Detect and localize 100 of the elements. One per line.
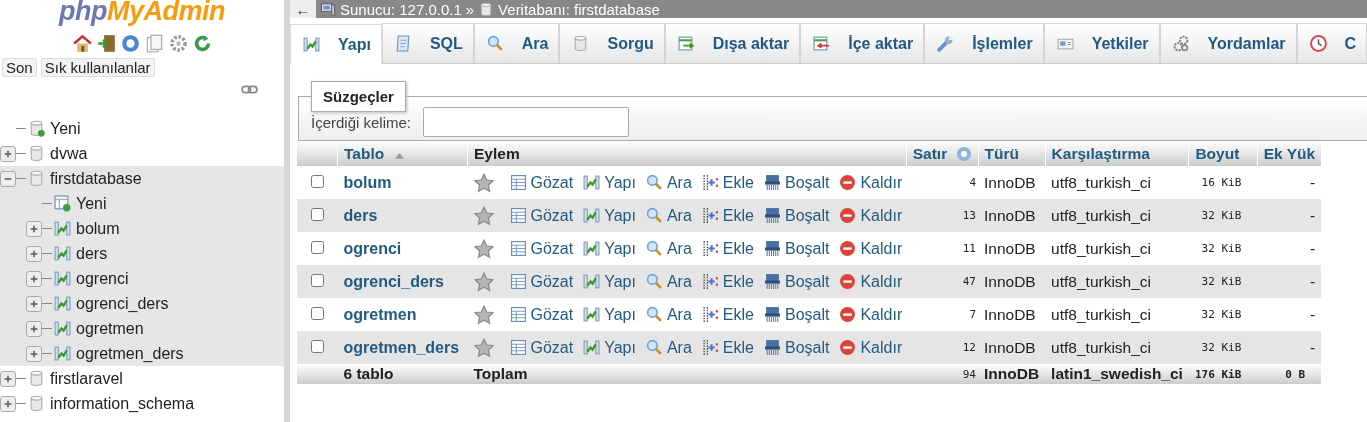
- tree-item[interactable]: dvwa: [50, 144, 88, 163]
- action-link[interactable]: Kaldır: [839, 206, 903, 225]
- tree-item[interactable]: bolum: [76, 219, 120, 238]
- row-checkbox[interactable]: [310, 306, 324, 320]
- tab[interactable]: Sorgu: [559, 23, 665, 63]
- tree-item[interactable]: ders: [76, 244, 108, 263]
- action-link[interactable]: Ara: [645, 305, 692, 324]
- column-header[interactable]: Satır: [906, 141, 978, 166]
- expand-icon[interactable]: [26, 295, 42, 312]
- action-link[interactable]: Ara: [645, 239, 692, 258]
- action-link[interactable]: Gözat: [509, 173, 574, 192]
- tree-item[interactable]: ogretmen: [76, 319, 144, 338]
- action-link[interactable]: Kaldır: [839, 272, 903, 291]
- action-link[interactable]: Boşalt: [763, 206, 830, 225]
- column-header[interactable]: Tablo: [337, 141, 468, 166]
- action-link[interactable]: Gözat: [509, 272, 574, 291]
- action-link[interactable]: Yapı: [583, 206, 636, 225]
- document-icon[interactable]: [144, 34, 164, 53]
- row-checkbox[interactable]: [310, 207, 324, 221]
- action-link[interactable]: Yapı: [583, 338, 636, 357]
- table-link[interactable]: bolum: [337, 166, 468, 199]
- column-header[interactable]: Ek Yük: [1257, 141, 1322, 166]
- tree-item[interactable]: Yeni: [76, 194, 107, 213]
- expand-icon[interactable]: [26, 245, 42, 262]
- action-link[interactable]: Yapı: [583, 305, 636, 324]
- tab[interactable]: Ara: [473, 23, 560, 63]
- action-link[interactable]: Ekle: [701, 206, 754, 225]
- action-link[interactable]: Ekle: [701, 338, 754, 357]
- column-header[interactable]: Karşılaştırma: [1045, 141, 1189, 166]
- expand-icon[interactable]: [0, 145, 16, 162]
- action-link[interactable]: Boşalt: [763, 173, 830, 192]
- action-link[interactable]: Yapı: [583, 272, 636, 291]
- action-link[interactable]: Kaldır: [839, 305, 903, 324]
- action-link[interactable]: Boşalt: [763, 305, 830, 324]
- link-icon[interactable]: [241, 84, 258, 95]
- expand-icon[interactable]: [26, 270, 42, 287]
- tree-item[interactable]: firstlaravel: [50, 369, 123, 388]
- tree-item[interactable]: information_schema: [50, 394, 195, 413]
- column-header[interactable]: Türü: [978, 141, 1046, 166]
- action-link[interactable]: Gözat: [509, 305, 574, 324]
- table-link[interactable]: ogretmen: [337, 298, 468, 331]
- search-field[interactable]: [423, 107, 630, 137]
- action-link[interactable]: Boşalt: [763, 239, 830, 258]
- row-checkbox[interactable]: [310, 339, 324, 353]
- expand-icon[interactable]: [26, 345, 42, 362]
- row-checkbox[interactable]: [310, 174, 324, 188]
- breadcrumb-link[interactable]: Sunucu: 127.0.0.1: [340, 0, 462, 18]
- star-icon[interactable]: [473, 205, 494, 226]
- action-link[interactable]: Ekle: [701, 173, 754, 192]
- tab[interactable]: Yetkiler: [1043, 23, 1160, 63]
- tab[interactable]: Yapı: [290, 24, 382, 64]
- exit-icon[interactable]: [96, 34, 116, 53]
- action-link[interactable]: Ekle: [701, 272, 754, 291]
- table-link[interactable]: ogretmen_ders: [337, 331, 468, 364]
- action-link[interactable]: Boşalt: [763, 338, 830, 357]
- row-checkbox[interactable]: [310, 273, 324, 287]
- settings-icon[interactable]: [168, 34, 188, 53]
- tab[interactable]: Yordamlar: [1159, 23, 1297, 63]
- action-link[interactable]: Gözat: [509, 206, 574, 225]
- home-icon[interactable]: [72, 34, 92, 53]
- action-link[interactable]: Gözat: [509, 338, 574, 357]
- star-icon[interactable]: [473, 304, 494, 325]
- tree-item[interactable]: ogrenci: [76, 269, 129, 288]
- star-icon[interactable]: [473, 172, 494, 193]
- action-link[interactable]: Yapı: [583, 173, 636, 192]
- sidebar-button[interactable]: Sık kullanılanlar: [40, 58, 155, 77]
- table-link[interactable]: ogrenci: [337, 232, 468, 265]
- star-icon[interactable]: [473, 238, 494, 259]
- row-checkbox[interactable]: [310, 240, 324, 254]
- action-link[interactable]: Ara: [645, 173, 692, 192]
- tree-item[interactable]: Yeni: [50, 119, 81, 138]
- expand-icon[interactable]: [26, 320, 42, 337]
- action-link[interactable]: Yapı: [583, 239, 636, 258]
- sort-icon[interactable]: [394, 152, 404, 159]
- collapse-icon[interactable]: [0, 170, 16, 187]
- tree-item[interactable]: ogrenci_ders: [76, 294, 169, 313]
- action-link[interactable]: Boşalt: [763, 272, 830, 291]
- action-link[interactable]: Ara: [645, 272, 692, 291]
- reload-icon[interactable]: [192, 34, 212, 53]
- expand-icon[interactable]: [26, 220, 42, 237]
- star-icon[interactable]: [473, 271, 494, 292]
- star-icon[interactable]: [473, 337, 494, 358]
- tab[interactable]: Dışa aktar: [664, 23, 801, 63]
- tree-item[interactable]: ogretmen_ders: [76, 344, 184, 363]
- sidebar-button[interactable]: Son: [2, 58, 37, 77]
- action-link[interactable]: Ara: [645, 338, 692, 357]
- action-link[interactable]: Kaldır: [839, 239, 903, 258]
- action-link[interactable]: Kaldır: [839, 338, 903, 357]
- action-link[interactable]: Ekle: [701, 239, 754, 258]
- tab[interactable]: SQL: [381, 23, 474, 63]
- back-button[interactable]: ←: [290, 0, 316, 18]
- action-link[interactable]: Gözat: [509, 239, 574, 258]
- breadcrumb-link[interactable]: Veritabanı: firstdatabase: [498, 0, 660, 18]
- table-link[interactable]: ogrenci_ders: [337, 265, 468, 298]
- table-link[interactable]: ders: [337, 199, 468, 232]
- tab[interactable]: İşlemler: [924, 23, 1044, 63]
- expand-icon[interactable]: [0, 370, 16, 387]
- tab[interactable]: C: [1296, 23, 1367, 63]
- expand-icon[interactable]: [0, 395, 16, 412]
- action-link[interactable]: Ara: [645, 206, 692, 225]
